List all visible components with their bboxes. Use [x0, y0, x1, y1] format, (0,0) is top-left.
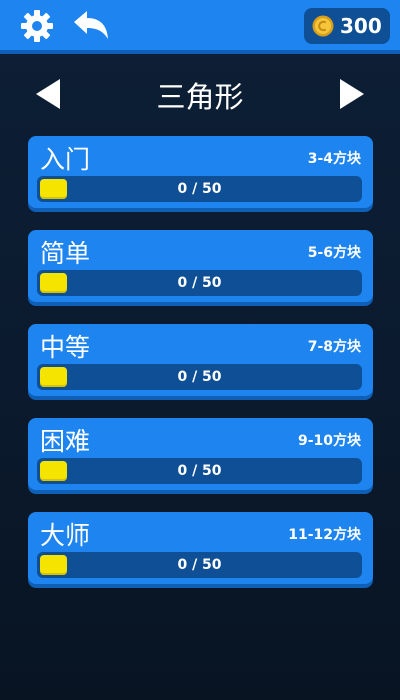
progress-text: 0 / 50: [177, 181, 222, 197]
difficulty-card-master[interactable]: 大师 11-12方块 0 / 50: [28, 512, 373, 584]
gear-icon: [21, 10, 53, 42]
difficulty-name: 困难: [40, 427, 91, 456]
difficulty-card-beginner[interactable]: 入门 3-4方块 0 / 50: [28, 136, 373, 208]
top-bar-shadow: [0, 50, 400, 54]
block-range: 7-8方块: [307, 339, 361, 355]
progress-bar: 0 / 50: [37, 364, 362, 390]
difficulty-name: 入门: [40, 145, 91, 174]
back-button[interactable]: [72, 7, 110, 45]
coin-count: 300: [340, 14, 382, 38]
progress-text: 0 / 50: [177, 463, 222, 479]
triangle-right-icon[interactable]: [334, 77, 368, 111]
settings-button[interactable]: [18, 7, 56, 45]
block-range: 9-10方块: [297, 433, 361, 449]
top-bar: 300: [0, 0, 400, 50]
difficulty-card-medium[interactable]: 中等 7-8方块 0 / 50: [28, 324, 373, 396]
difficulty-card-hard[interactable]: 困难 9-10方块 0 / 50: [28, 418, 373, 490]
difficulty-name: 大师: [40, 521, 91, 550]
block-range: 11-12方块: [288, 527, 361, 543]
difficulty-card-easy[interactable]: 简单 5-6方块 0 / 50: [28, 230, 373, 302]
progress-bar: 0 / 50: [37, 458, 362, 484]
progress-bar: 0 / 50: [37, 270, 362, 296]
triangle-left-icon[interactable]: [32, 77, 66, 111]
progress-text: 0 / 50: [177, 369, 222, 385]
shape-title: 三角形: [156, 80, 244, 114]
block-range: 3-4方块: [307, 151, 361, 167]
difficulty-name: 中等: [40, 333, 91, 362]
progress-text: 0 / 50: [177, 557, 222, 573]
progress-bar: 0 / 50: [37, 176, 362, 202]
coin-icon: [312, 15, 334, 37]
shape-selector: 三角形: [0, 68, 400, 120]
difficulty-name: 简单: [40, 239, 91, 268]
block-range: 5-6方块: [307, 245, 361, 261]
progress-text: 0 / 50: [177, 275, 222, 291]
coin-balance: 300: [304, 8, 390, 44]
progress-bar: 0 / 50: [37, 552, 362, 578]
undo-arrow-icon: [74, 11, 108, 39]
